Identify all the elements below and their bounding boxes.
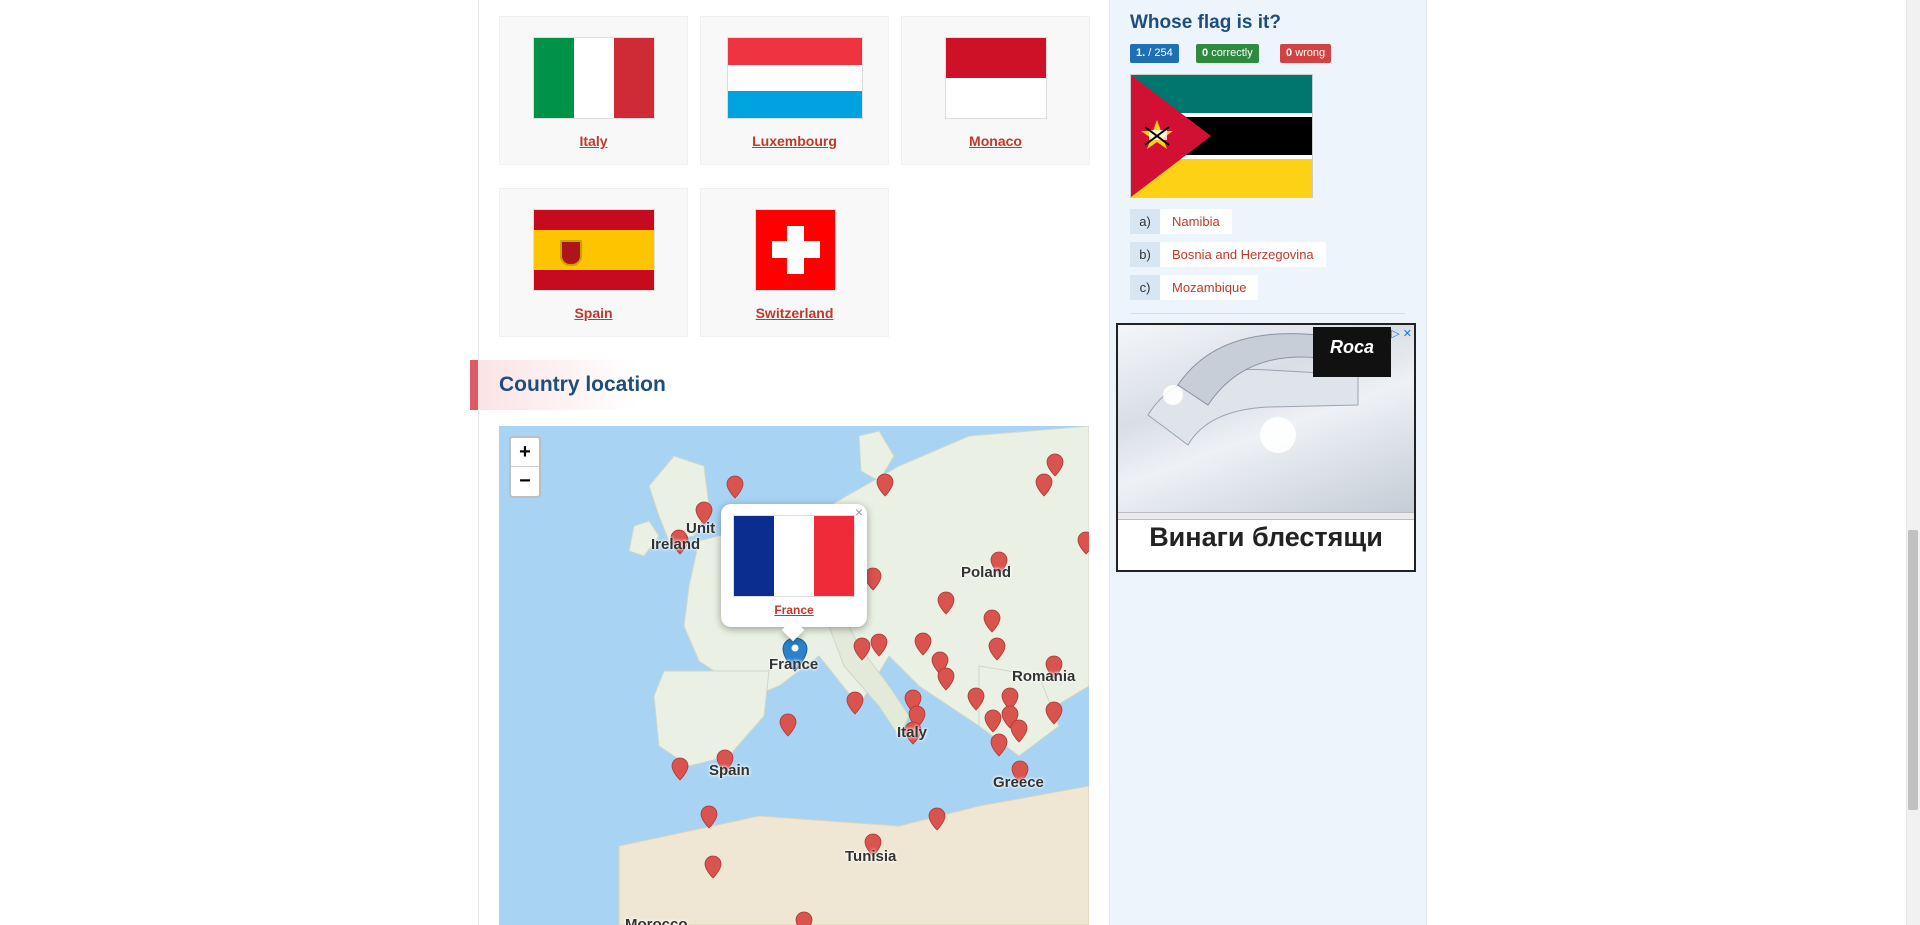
- zoom-in-button[interactable]: +: [511, 438, 539, 467]
- flag-card-monaco[interactable]: Monaco: [901, 16, 1090, 165]
- zoom-control: + −: [509, 436, 541, 498]
- flag-link-luxembourg[interactable]: Luxembourg: [701, 133, 888, 149]
- zoom-out-button[interactable]: −: [511, 467, 539, 496]
- flag-card-switzerland[interactable]: Switzerland: [700, 188, 889, 337]
- flag-link-italy[interactable]: Italy: [500, 133, 687, 149]
- flag-spain: [533, 209, 655, 291]
- popup-flag-france: [733, 515, 855, 597]
- map-label-tunisia: Tunisia: [845, 848, 897, 865]
- advertisement[interactable]: Roca ▷ ✕ Винаги блестящи: [1116, 323, 1416, 572]
- map-label-morocco: Morocco: [625, 916, 688, 925]
- flag-card-italy[interactable]: Italy: [499, 16, 688, 165]
- map-label-poland: Poland: [961, 564, 1012, 581]
- option-text[interactable]: Mozambique: [1160, 275, 1259, 300]
- option-letter: c): [1130, 275, 1160, 300]
- option-text[interactable]: Namibia: [1160, 209, 1232, 234]
- map-label-uk: Unit: [686, 520, 716, 537]
- ad-choices-icon[interactable]: ▷ ✕: [1391, 327, 1412, 340]
- wrong-count: 0: [1286, 47, 1293, 59]
- ad-brand-logo: Roca: [1313, 327, 1391, 377]
- flag-link-monaco[interactable]: Monaco: [902, 133, 1089, 149]
- section-country-location: Country location: [470, 360, 1110, 410]
- sidebar-divider: [1130, 313, 1405, 314]
- wrong-badge: 0 wrong: [1280, 44, 1332, 63]
- flag-link-switzerland[interactable]: Switzerland: [701, 305, 888, 321]
- scrollbar-thumb[interactable]: [1908, 530, 1918, 810]
- correct-badge: 0 correctly: [1196, 44, 1259, 63]
- flag-link-spain[interactable]: Spain: [500, 305, 687, 321]
- correct-count: 0: [1202, 47, 1209, 59]
- location-map[interactable]: Unit Ireland Poland France Romania Italy…: [499, 426, 1089, 925]
- progress-total: / 254: [1148, 47, 1173, 59]
- progress-badge: 1. / 254: [1130, 44, 1179, 63]
- map-label-france: France: [769, 656, 819, 673]
- map-label-spain: Spain: [709, 762, 750, 779]
- section-accent-bar: [470, 360, 478, 410]
- page-scrollbar[interactable]: [1906, 0, 1920, 925]
- flag-monaco: [945, 37, 1047, 119]
- flag-luxembourg: [727, 37, 863, 119]
- quiz-title: Whose flag is it?: [1130, 12, 1281, 33]
- option-letter: a): [1130, 209, 1160, 234]
- popup-country-link[interactable]: France: [721, 603, 867, 617]
- flag-card-spain[interactable]: Spain: [499, 188, 688, 337]
- map-label-greece: Greece: [993, 774, 1044, 791]
- map-markers: [670, 453, 1089, 925]
- option-letter: b): [1130, 242, 1160, 267]
- map-label-ireland: Ireland: [651, 536, 701, 553]
- quiz-flag-image: [1130, 74, 1313, 198]
- ad-tagline: Винаги блестящи: [1149, 522, 1383, 552]
- page: Italy Luxembourg Monaco Spain Switzerlan…: [0, 0, 1920, 925]
- flag-switzerland: [755, 209, 836, 291]
- map-label-italy: Italy: [897, 724, 928, 741]
- progress-number: 1.: [1136, 47, 1146, 59]
- flag-italy: [533, 37, 655, 119]
- flag-card-luxembourg[interactable]: Luxembourg: [700, 16, 889, 165]
- map-popup: × France: [721, 504, 867, 642]
- popup-close-button[interactable]: ×: [855, 504, 863, 520]
- section-title: Country location: [499, 373, 666, 396]
- correct-label: correctly: [1211, 47, 1253, 59]
- ad-separator: [1118, 512, 1414, 520]
- quiz-flag-mozambique: [1131, 75, 1312, 197]
- wrong-label: wrong: [1295, 47, 1326, 59]
- map-label-romania: Romania: [1012, 668, 1076, 685]
- option-text[interactable]: Bosnia and Herzegovina: [1160, 242, 1326, 267]
